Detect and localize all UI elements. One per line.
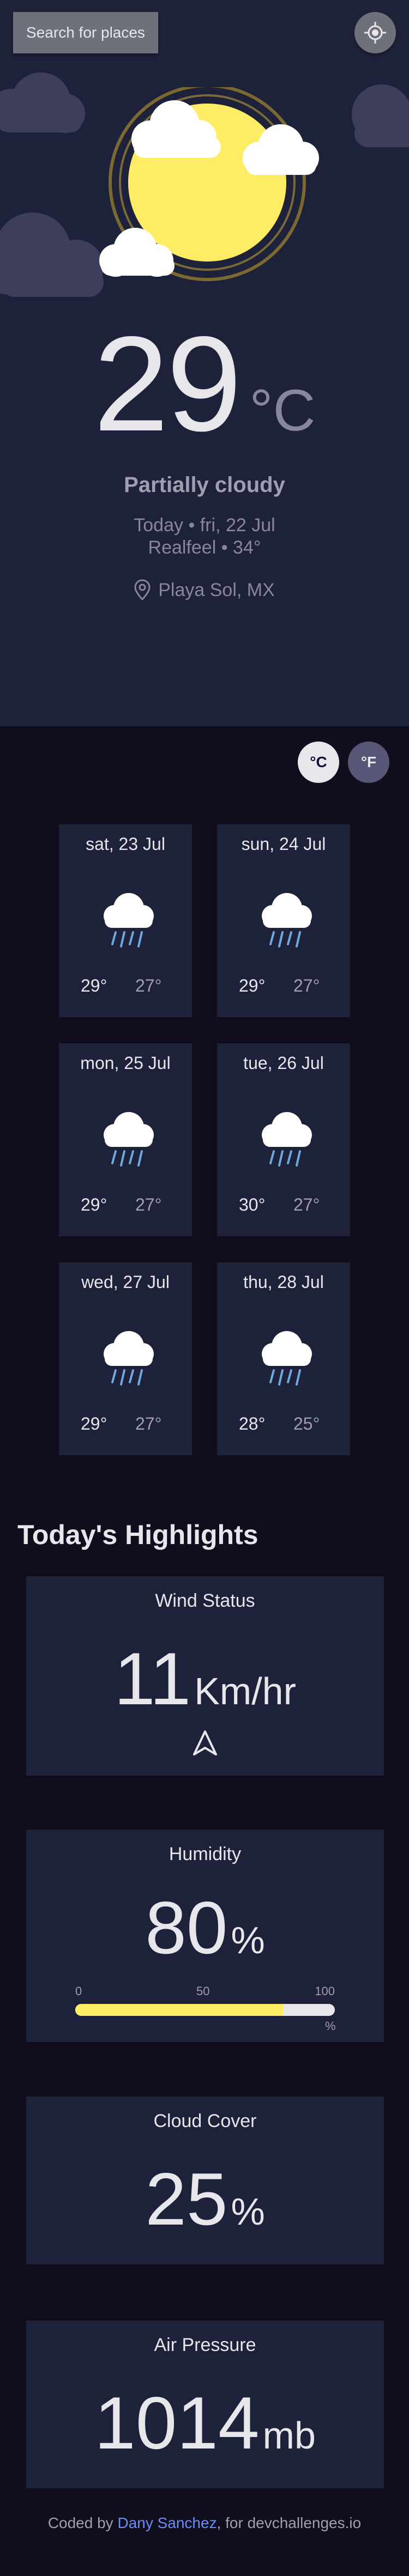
cloud-cover-card: Cloud Cover 25 % bbox=[26, 2097, 384, 2264]
forecast-max-temp: 29° bbox=[81, 1414, 107, 1433]
background-cloud-icon bbox=[352, 84, 409, 147]
air-pressure-unit: mb bbox=[262, 2414, 316, 2457]
forecast-day: wed, 27 Jul bbox=[81, 1272, 170, 1292]
air-pressure-value-row: 1014 mb bbox=[26, 2386, 384, 2460]
air-pressure-value: 1014 bbox=[94, 2381, 260, 2464]
forecast-card: tue, 26 Jul 30° 27° bbox=[217, 1043, 350, 1236]
forecast-day: tue, 26 Jul bbox=[243, 1053, 324, 1073]
celsius-toggle-button[interactable]: °C bbox=[298, 742, 339, 783]
cloud-cover-label: Cloud Cover bbox=[153, 2111, 257, 2131]
forecast-min-temp: 27° bbox=[135, 1195, 162, 1214]
humidity-value-row: 80 % bbox=[26, 1891, 384, 1965]
footer-prefix: Coded by bbox=[47, 2514, 113, 2531]
realfeel-temperature: Realfeel • 34° bbox=[148, 537, 261, 558]
fahrenheit-toggle-button[interactable]: °F bbox=[348, 742, 389, 783]
rain-cloud-icon bbox=[262, 1112, 312, 1167]
humidity-label: Humidity bbox=[169, 1844, 242, 1864]
forecast-day: thu, 28 Jul bbox=[243, 1272, 324, 1292]
temperature-unit: °C bbox=[249, 377, 316, 443]
forecast-card: wed, 27 Jul 29° 27° bbox=[59, 1262, 192, 1455]
wind-speed: 11 bbox=[114, 1637, 191, 1720]
location-name: Playa Sol, MX bbox=[158, 579, 275, 600]
wind-status-label: Wind Status bbox=[155, 1590, 255, 1611]
current-location-button[interactable] bbox=[354, 12, 396, 53]
forecast-and-highlights: °C °F sat, 23 Jul 29° 27° sun, 24 Jul 29… bbox=[0, 726, 409, 2576]
cloud-cover-unit: % bbox=[231, 2190, 265, 2233]
search-for-places-button[interactable]: Search for places bbox=[13, 12, 158, 53]
humidity-scale: 0 50 100 bbox=[75, 1984, 335, 2001]
forecast-day: sat, 23 Jul bbox=[86, 834, 165, 854]
scale-max: 100 bbox=[315, 1984, 335, 1998]
rain-cloud-icon bbox=[104, 1331, 154, 1386]
footer: Coded by Dany Sanchez, for devchallenges… bbox=[0, 2514, 409, 2532]
rain-cloud-icon bbox=[262, 1331, 312, 1386]
wind-direction-arrow-icon bbox=[193, 1730, 217, 1755]
air-pressure-card: Air Pressure 1014 mb bbox=[26, 2320, 384, 2488]
humidity-progress-bar bbox=[75, 2004, 335, 2016]
air-pressure-label: Air Pressure bbox=[154, 2335, 256, 2355]
humidity-unit: % bbox=[231, 1919, 265, 1961]
forecast-max-temp: 30° bbox=[239, 1195, 266, 1214]
forecast-max-temp: 28° bbox=[239, 1414, 266, 1433]
forecast-min-temp: 27° bbox=[135, 976, 162, 995]
forecast-max-temp: 29° bbox=[81, 976, 107, 995]
footer-suffix: , for devchallenges.io bbox=[216, 2514, 362, 2531]
humidity-value: 80 bbox=[145, 1886, 228, 1969]
forecast-max-temp: 29° bbox=[239, 976, 266, 995]
forecast-card: mon, 25 Jul 29° 27° bbox=[59, 1043, 192, 1236]
current-date: Today • fri, 22 Jul bbox=[134, 515, 275, 536]
temperature-value: 29 bbox=[93, 308, 242, 459]
forecast-day: mon, 25 Jul bbox=[80, 1053, 171, 1073]
gps-target-icon bbox=[364, 22, 386, 44]
scale-percent-sign: % bbox=[325, 2019, 336, 2033]
humidity-progress-fill bbox=[75, 2004, 283, 2016]
cloud-cover-value: 25 bbox=[145, 2158, 228, 2240]
scale-min: 0 bbox=[75, 1984, 82, 1998]
main-background: °C °F sat, 23 Jul 29° 27° sun, 24 Jul 29… bbox=[0, 726, 409, 2576]
wind-speed-unit: Km/hr bbox=[194, 1670, 296, 1712]
forecast-min-temp: 27° bbox=[293, 1195, 320, 1214]
forecast-min-temp: 27° bbox=[293, 976, 320, 995]
weather-app: Search for places 29 °C Partially cloudy… bbox=[0, 0, 409, 2576]
background-cloud-icon bbox=[0, 72, 85, 133]
forecast-min-temp: 25° bbox=[293, 1414, 320, 1433]
forecast-min-temp: 27° bbox=[135, 1414, 162, 1433]
forecast-card: sun, 24 Jul 29° 27° bbox=[217, 824, 350, 1017]
wind-status-value: 11 Km/hr bbox=[26, 1642, 384, 1716]
highlights-title: Today's Highlights bbox=[17, 1520, 258, 1550]
current-weather-panel: Search for places 29 °C Partially cloudy… bbox=[0, 0, 409, 726]
rain-cloud-icon bbox=[104, 1112, 154, 1167]
author-link[interactable]: Dany Sanchez bbox=[117, 2514, 216, 2531]
wind-status-card: Wind Status 11 Km/hr bbox=[26, 1576, 384, 1776]
forecast-day: sun, 24 Jul bbox=[241, 834, 326, 854]
scale-mid: 50 bbox=[196, 1984, 210, 1998]
sun-with-clouds-icon bbox=[99, 87, 319, 281]
forecast-max-temp: 29° bbox=[81, 1195, 107, 1214]
location-pin-icon bbox=[134, 579, 151, 601]
current-temperature: 29 °C bbox=[0, 316, 409, 451]
rain-cloud-icon bbox=[262, 893, 312, 947]
rain-cloud-icon bbox=[104, 893, 154, 947]
location: Playa Sol, MX bbox=[0, 579, 409, 601]
forecast-card: thu, 28 Jul 28° 25° bbox=[217, 1262, 350, 1455]
weather-condition: Partially cloudy bbox=[124, 473, 285, 497]
cloud-cover-value-row: 25 % bbox=[26, 2162, 384, 2236]
humidity-card: Humidity 80 % 0 50 100 % bbox=[26, 1830, 384, 2042]
forecast-card: sat, 23 Jul 29° 27° bbox=[59, 824, 192, 1017]
